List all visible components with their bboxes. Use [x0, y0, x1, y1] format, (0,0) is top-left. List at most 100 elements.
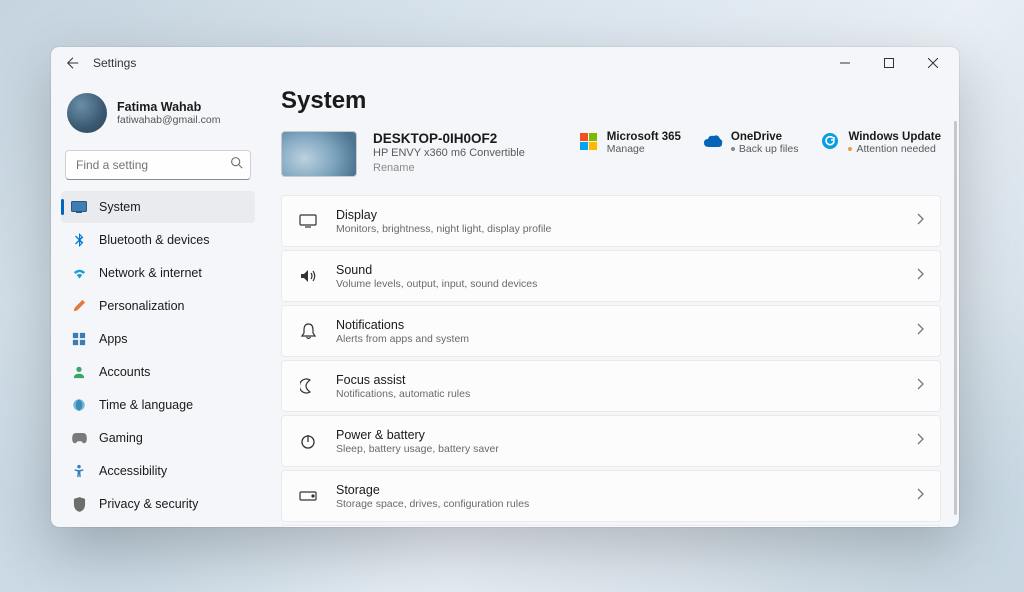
main-content: System DESKTOP-0IH0OF2 HP ENVY x360 m6 C…	[261, 79, 959, 527]
device-model: HP ENVY x360 m6 Convertible	[373, 147, 525, 159]
sidebar-item-privacy[interactable]: Privacy & security	[61, 488, 255, 520]
sound-icon	[298, 268, 318, 284]
card-notifications[interactable]: Notifications Alerts from apps and syste…	[281, 305, 941, 357]
storage-icon	[298, 491, 318, 501]
card-title: Power & battery	[336, 428, 898, 442]
minimize-button[interactable]	[823, 48, 867, 78]
card-title: Sound	[336, 263, 898, 277]
card-display[interactable]: Display Monitors, brightness, night ligh…	[281, 195, 941, 247]
chevron-right-icon	[916, 432, 924, 450]
minimize-icon	[840, 58, 850, 68]
card-sub: Alerts from apps and system	[336, 333, 898, 345]
card-sub: Sleep, battery usage, battery saver	[336, 443, 898, 455]
network-icon	[71, 265, 87, 281]
sidebar-item-label: Network & internet	[99, 266, 202, 280]
sidebar-item-label: Apps	[99, 332, 128, 346]
status-title: Microsoft 365	[607, 131, 681, 143]
chevron-right-icon	[916, 212, 924, 230]
device-thumbnail[interactable]	[281, 131, 357, 177]
maximize-button[interactable]	[867, 48, 911, 78]
card-title: Storage	[336, 483, 898, 497]
status-windows-update[interactable]: Windows Update Attention needed	[820, 131, 941, 155]
chevron-right-icon	[916, 377, 924, 395]
status-ms365[interactable]: Microsoft 365 Manage	[579, 131, 681, 155]
card-title: Display	[336, 208, 898, 222]
window-body: Fatima Wahab fatiwahab@gmail.com System	[51, 79, 959, 527]
profile-block[interactable]: Fatima Wahab fatiwahab@gmail.com	[61, 89, 255, 143]
status-sub: Attention needed	[848, 143, 941, 155]
sidebar-item-accessibility[interactable]: Accessibility	[61, 455, 255, 487]
titlebar: Settings	[51, 47, 959, 79]
rename-link[interactable]: Rename	[373, 162, 525, 174]
sidebar-item-label: Privacy & security	[99, 497, 198, 511]
card-title: Focus assist	[336, 373, 898, 387]
sidebar-item-personalization[interactable]: Personalization	[61, 290, 255, 322]
status-sub: Back up files	[731, 143, 799, 155]
accounts-icon	[71, 364, 87, 380]
status-sub: Manage	[607, 143, 681, 155]
onedrive-icon	[703, 131, 723, 151]
status-title: Windows Update	[848, 131, 941, 143]
sidebar-item-accounts[interactable]: Accounts	[61, 356, 255, 388]
accessibility-icon	[71, 463, 87, 479]
window-title: Settings	[93, 56, 136, 70]
power-icon	[298, 433, 318, 449]
system-icon	[71, 199, 87, 215]
sidebar-item-gaming[interactable]: Gaming	[61, 422, 255, 454]
sidebar-item-label: Gaming	[99, 431, 143, 445]
sidebar-item-label: Bluetooth & devices	[99, 233, 210, 247]
focus-icon	[298, 378, 318, 394]
sidebar-item-label: System	[99, 200, 141, 214]
sidebar-item-bluetooth[interactable]: Bluetooth & devices	[61, 224, 255, 256]
card-storage[interactable]: Storage Storage space, drives, configura…	[281, 470, 941, 522]
display-icon	[298, 214, 318, 228]
settings-cards: Display Monitors, brightness, night ligh…	[281, 195, 941, 527]
sidebar-item-network[interactable]: Network & internet	[61, 257, 255, 289]
close-icon	[928, 58, 938, 68]
apps-icon	[71, 331, 87, 347]
sidebar-item-label: Accounts	[99, 365, 150, 379]
chevron-right-icon	[916, 322, 924, 340]
search-wrap	[65, 150, 251, 180]
gaming-icon	[71, 430, 87, 446]
maximize-icon	[884, 58, 894, 68]
status-group: Microsoft 365 Manage OneDrive Back up fi…	[579, 131, 941, 155]
ms365-icon	[579, 131, 599, 151]
privacy-icon	[71, 496, 87, 512]
search-input[interactable]	[65, 150, 251, 180]
window-controls	[823, 48, 955, 78]
card-sub: Volume levels, output, input, sound devi…	[336, 278, 898, 290]
page-title: System	[281, 87, 941, 115]
card-focus-assist[interactable]: Focus assist Notifications, automatic ru…	[281, 360, 941, 412]
scrollbar[interactable]	[954, 121, 957, 515]
sidebar-item-time[interactable]: Time & language	[61, 389, 255, 421]
card-sound[interactable]: Sound Volume levels, output, input, soun…	[281, 250, 941, 302]
sidebar-nav: System Bluetooth & devices Network & int…	[61, 191, 255, 527]
sidebar: Fatima Wahab fatiwahab@gmail.com System	[51, 79, 261, 527]
profile-name: Fatima Wahab	[117, 100, 220, 114]
sidebar-item-apps[interactable]: Apps	[61, 323, 255, 355]
chevron-right-icon	[916, 487, 924, 505]
card-sub: Notifications, automatic rules	[336, 388, 898, 400]
avatar	[67, 93, 107, 133]
sidebar-item-system[interactable]: System	[61, 191, 255, 223]
card-sub: Monitors, brightness, night light, displ…	[336, 223, 898, 235]
sidebar-item-label: Accessibility	[99, 464, 167, 478]
close-button[interactable]	[911, 48, 955, 78]
card-power[interactable]: Power & battery Sleep, battery usage, ba…	[281, 415, 941, 467]
windows-update-icon	[820, 131, 840, 151]
card-nearby-sharing[interactable]: Nearby sharing Discoverability, received…	[281, 525, 941, 527]
settings-window: Settings Fatima Wahab fatiwahab@gmail.co…	[51, 47, 959, 527]
status-onedrive[interactable]: OneDrive Back up files	[703, 131, 799, 155]
personalization-icon	[71, 298, 87, 314]
sidebar-item-label: Time & language	[99, 398, 193, 412]
card-title: Notifications	[336, 318, 898, 332]
sidebar-item-label: Personalization	[99, 299, 184, 313]
back-button[interactable]	[59, 49, 87, 77]
search-icon	[230, 156, 243, 174]
time-icon	[71, 397, 87, 413]
sidebar-item-update[interactable]: Windows Update	[61, 521, 255, 527]
card-sub: Storage space, drives, configuration rul…	[336, 498, 898, 510]
notifications-icon	[298, 323, 318, 340]
profile-email: fatiwahab@gmail.com	[117, 114, 220, 126]
